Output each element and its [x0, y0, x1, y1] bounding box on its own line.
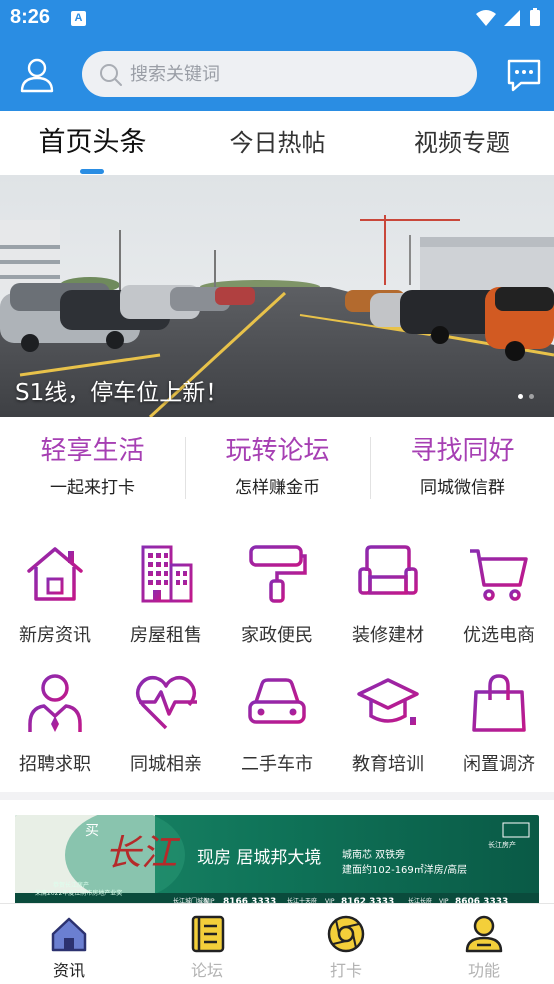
nav-label: 功能: [467, 961, 500, 980]
ad-congrats-line1: 恭贺长江房产: [53, 881, 89, 889]
ad-brand-char: 买: [85, 823, 99, 839]
house-icon: [27, 547, 83, 601]
car-icon: [248, 678, 306, 730]
carousel-dot: [529, 394, 534, 399]
grid-ecommerce[interactable]: 优选电商: [444, 543, 554, 663]
grid-label: 房屋租售: [130, 625, 202, 646]
ad-congrats-line2: 荣膺2022年度江阴市房地产业奖: [35, 889, 122, 897]
ad-calligraphy: 长江: [105, 833, 181, 874]
cart-icon: [470, 549, 528, 601]
home-icon: [51, 917, 87, 952]
ad-slogan: 现房 居城邦大境: [197, 848, 321, 868]
grid-label: 装修建材: [352, 625, 424, 646]
nav-label: 打卡: [329, 961, 362, 980]
grid-rental[interactable]: 房屋租售: [111, 543, 221, 663]
carousel-dots: [512, 384, 534, 403]
grid-label: 家政便民: [241, 625, 313, 646]
building-icon: [141, 545, 193, 603]
banner-caption: S1线，停车位上新！: [15, 380, 229, 406]
nav-label: 论坛: [190, 961, 223, 980]
nav-forum[interactable]: 论坛: [138, 904, 276, 984]
grid-label: 二手车市: [241, 754, 313, 775]
nav-functions[interactable]: 功能: [415, 904, 553, 984]
ad-logo: 长江房产: [488, 840, 516, 849]
graduation-cap-icon: [357, 678, 419, 725]
signal-battery-icons: [476, 8, 540, 26]
grid-second-hand[interactable]: 闲置调济: [444, 672, 554, 792]
grid-education[interactable]: 教育培训: [333, 672, 443, 792]
section-separator: [0, 792, 554, 800]
status-bar: 8:26 A: [0, 0, 554, 36]
feature-subtitle: 同城微信群: [420, 478, 505, 498]
feature-title: 寻找同好: [410, 436, 515, 466]
search-input[interactable]: [130, 51, 460, 97]
heartbeat-icon: [135, 675, 197, 730]
feature-find-friends[interactable]: 寻找同好 同城微信群: [370, 433, 554, 503]
ad-tagline: 城南芯 双铁旁: [342, 848, 405, 861]
grid-jobs[interactable]: 招聘求职: [0, 672, 110, 792]
feature-subtitle: 怎样赚金币: [235, 478, 320, 498]
banner-carousel[interactable]: S1线，停车位上新！: [0, 175, 554, 417]
feature-subtitle: 一起来打卡: [50, 478, 135, 498]
grid-new-homes[interactable]: 新房资讯: [0, 543, 110, 663]
grid-dating[interactable]: 同城相亲: [111, 672, 221, 792]
nav-label: 资讯: [52, 961, 85, 980]
ad-banner[interactable]: 买 长江 现房 居城邦大境 城南芯 双铁旁 建面约102-169㎡洋房/高层 长…: [15, 815, 539, 905]
grid-label: 招聘求职: [19, 754, 91, 775]
user-service-icon: [465, 915, 503, 953]
sofa-icon: [358, 545, 418, 601]
nav-checkin[interactable]: 打卡: [277, 904, 415, 984]
grid-label: 教育培训: [352, 754, 424, 775]
camera-shutter-icon: [327, 915, 365, 953]
tab-hot-posts[interactable]: 今日热帖: [185, 111, 370, 175]
carousel-dot-active: [518, 394, 523, 399]
person-tie-icon: [28, 674, 82, 732]
shopping-bag-icon: [472, 674, 526, 732]
status-time: 8:26: [10, 6, 51, 28]
ad-graphic: 买 长江 现房 居城邦大境 城南芯 双铁旁 建面约102-169㎡洋房/高层 长…: [15, 815, 539, 905]
keyboard-badge-icon: A: [71, 11, 86, 26]
grid-renovation[interactable]: 装修建材: [333, 543, 443, 663]
feature-forum[interactable]: 玩转论坛 怎样赚金币: [185, 433, 370, 503]
grid-label: 优选电商: [463, 625, 535, 646]
ad-area: 建面约102-169㎡洋房/高层: [342, 863, 467, 876]
header: 8:26 A: [0, 0, 554, 111]
tab-headlines[interactable]: 首页头条: [0, 111, 185, 175]
grid-label: 同城相亲: [130, 754, 202, 775]
app-screen: 8:26 A 首页头条: [0, 0, 554, 984]
paint-roller-icon: [249, 545, 307, 603]
tab-video-topics[interactable]: 视频专题: [370, 111, 554, 175]
feature-title: 轻享生活: [40, 436, 145, 466]
forum-icon: [191, 915, 225, 953]
feature-lifestyle[interactable]: 轻享生活 一起来打卡: [0, 433, 185, 503]
message-icon[interactable]: [505, 57, 543, 93]
bottom-nav: 资讯 论坛 打卡 功能: [0, 903, 554, 984]
grid-label: 新房资讯: [19, 625, 91, 646]
grid-label: 闲置调济: [463, 754, 535, 775]
grid-used-cars[interactable]: 二手车市: [222, 672, 332, 792]
user-profile-icon[interactable]: [18, 56, 56, 94]
feature-title: 玩转论坛: [225, 436, 330, 466]
search-icon: [100, 64, 122, 86]
tab-active-indicator: [80, 169, 104, 174]
feature-links: 轻享生活 一起来打卡 玩转论坛 怎样赚金币 寻找同好 同城微信群: [0, 417, 554, 517]
grid-housekeeping[interactable]: 家政便民: [222, 543, 332, 663]
nav-news[interactable]: 资讯: [0, 904, 138, 984]
search-box[interactable]: [82, 51, 477, 97]
tab-bar: 首页头条 今日热帖 视频专题: [0, 111, 554, 175]
